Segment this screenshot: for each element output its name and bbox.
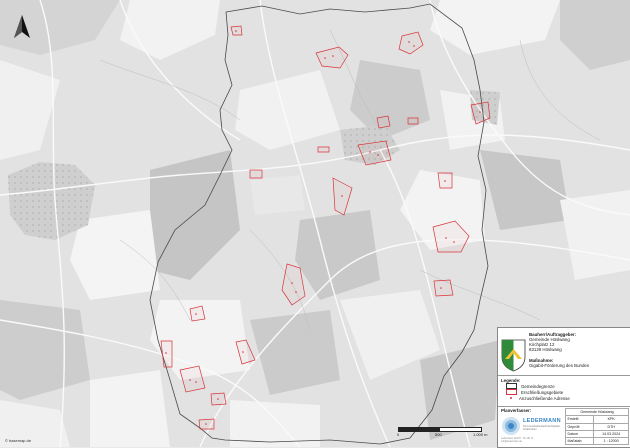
table-row: Erstellt KPK — [564, 415, 629, 424]
table-label: Maßstab — [564, 437, 595, 446]
table-value: 1 : 12000 — [593, 437, 629, 446]
table-value: DTH — [593, 422, 629, 431]
table-value: KPK — [593, 415, 629, 424]
legend-label: Anzuschließende Adresse — [519, 395, 570, 401]
scale-label-1000: 1.000 m — [473, 432, 488, 437]
table-label: Geprüft — [564, 422, 595, 431]
company-subtitle: Kommunikationstechnik Digitale Infrastru… — [523, 425, 560, 432]
coat-of-arms-icon — [501, 339, 526, 372]
company-address: Ledermann GmbH · Tel. 08 71 · info@leder… — [501, 437, 535, 443]
client-line: 83129 Höslwang — [529, 347, 562, 353]
point-swatch-icon — [506, 396, 515, 400]
development-area — [407, 117, 419, 125]
divider — [498, 406, 630, 407]
legend-label: Gemeindegrenze — [521, 383, 555, 389]
table-row: Maßstab 1 : 12000 — [564, 437, 629, 446]
info-table: Gemeinde Höslwang Erstellt KPK Geprüft D… — [564, 407, 629, 446]
legend: Legende: Gemeindegrenze Erschließungsgeb… — [501, 378, 626, 401]
legend-label: Erschließungsgebiete — [521, 389, 564, 395]
divider — [498, 375, 630, 376]
company-logo-icon — [502, 417, 520, 435]
table-row: Datum 14.03.2024 — [564, 429, 629, 439]
table-row: Geprüft DTH — [564, 422, 629, 431]
development-area — [433, 279, 454, 297]
scale-label-500: 500 — [435, 432, 442, 437]
development-area — [189, 305, 206, 322]
client-block: Bauherr/Auftraggeber: Gemeinde Höslwang … — [529, 332, 576, 352]
table-label: Erstellt — [564, 415, 595, 424]
development-area — [376, 115, 391, 129]
measure-block: Maßnahme: Gigabit-Förderung des Bundes — [529, 358, 589, 368]
measure-text: Gigabit-Förderung des Bundes — [529, 363, 590, 369]
planner-heading: Planverfasser: — [501, 408, 532, 413]
scale-label-0: 0 — [397, 432, 400, 437]
legend-item-point: Anzuschließende Adresse — [506, 395, 626, 401]
table-row: Gemeinde Höslwang — [565, 407, 629, 417]
development-area — [249, 169, 263, 179]
table-title: Gemeinde Höslwang — [565, 407, 629, 417]
title-block: Bauherr/Auftraggeber: Gemeinde Höslwang … — [497, 327, 630, 448]
north-arrow-icon — [14, 15, 30, 38]
development-area — [317, 146, 330, 153]
scale-bar: 0 500 1.000 m — [393, 424, 493, 444]
table-label: Datum — [564, 429, 595, 439]
copyright-text: © basemap.de — [5, 438, 32, 443]
area-swatch-icon — [506, 389, 517, 396]
table-value: 14.03.2024 — [593, 429, 629, 439]
company-name: LEDERMANN — [523, 418, 561, 424]
